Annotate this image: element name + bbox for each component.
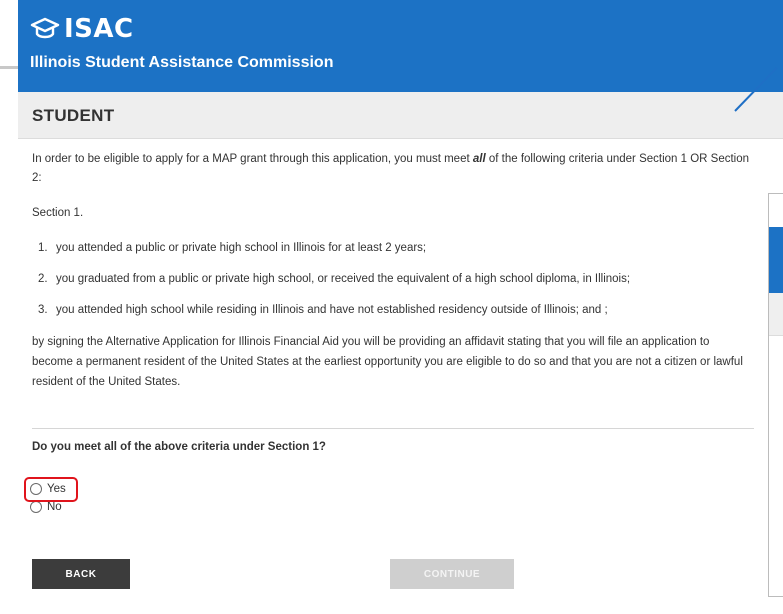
graduation-cap-icon: [30, 17, 60, 39]
list-item: 2. you graduated from a public or private…: [38, 273, 631, 285]
section-title: STUDENT: [32, 106, 115, 125]
highlight-annotation: [24, 477, 78, 502]
divider: [32, 428, 754, 429]
criteria-list: 1. you attended a public or private high …: [32, 239, 752, 320]
intro-text: In order to be eligible to apply for a M…: [32, 153, 750, 184]
list-item: 1. you attended a public or private high …: [38, 242, 427, 254]
section-header: STUDENT: [18, 92, 783, 139]
organization-name: Illinois Student Assistance Commission: [30, 54, 334, 71]
page: ISAC Illinois Student Assistance Commiss…: [0, 0, 783, 614]
isac-logo[interactable]: ISAC: [30, 16, 134, 42]
panel-header: [769, 227, 783, 293]
radio-no-label: No: [47, 501, 62, 513]
site-header: ISAC Illinois Student Assistance Commiss…: [18, 0, 783, 92]
eligibility-criteria: In order to be eligible to apply for a M…: [32, 150, 752, 392]
radio-no[interactable]: No: [30, 501, 62, 513]
affidavit-text: by signing the Alternative Application f…: [32, 336, 743, 388]
back-button[interactable]: BACK: [32, 559, 130, 589]
overlapping-panel: [768, 193, 783, 597]
continue-button[interactable]: CONTINUE: [390, 559, 514, 589]
section-label: Section 1.: [32, 207, 84, 219]
panel-section-bar: [769, 293, 783, 336]
list-item: 3. you attended high school while residin…: [38, 304, 608, 316]
background-edge: [0, 66, 18, 69]
question-label: Do you meet all of the above criteria un…: [32, 441, 326, 453]
logo-text: ISAC: [64, 14, 134, 44]
intro-emphasis: all: [472, 153, 486, 165]
radio-circle-icon[interactable]: [30, 501, 42, 513]
